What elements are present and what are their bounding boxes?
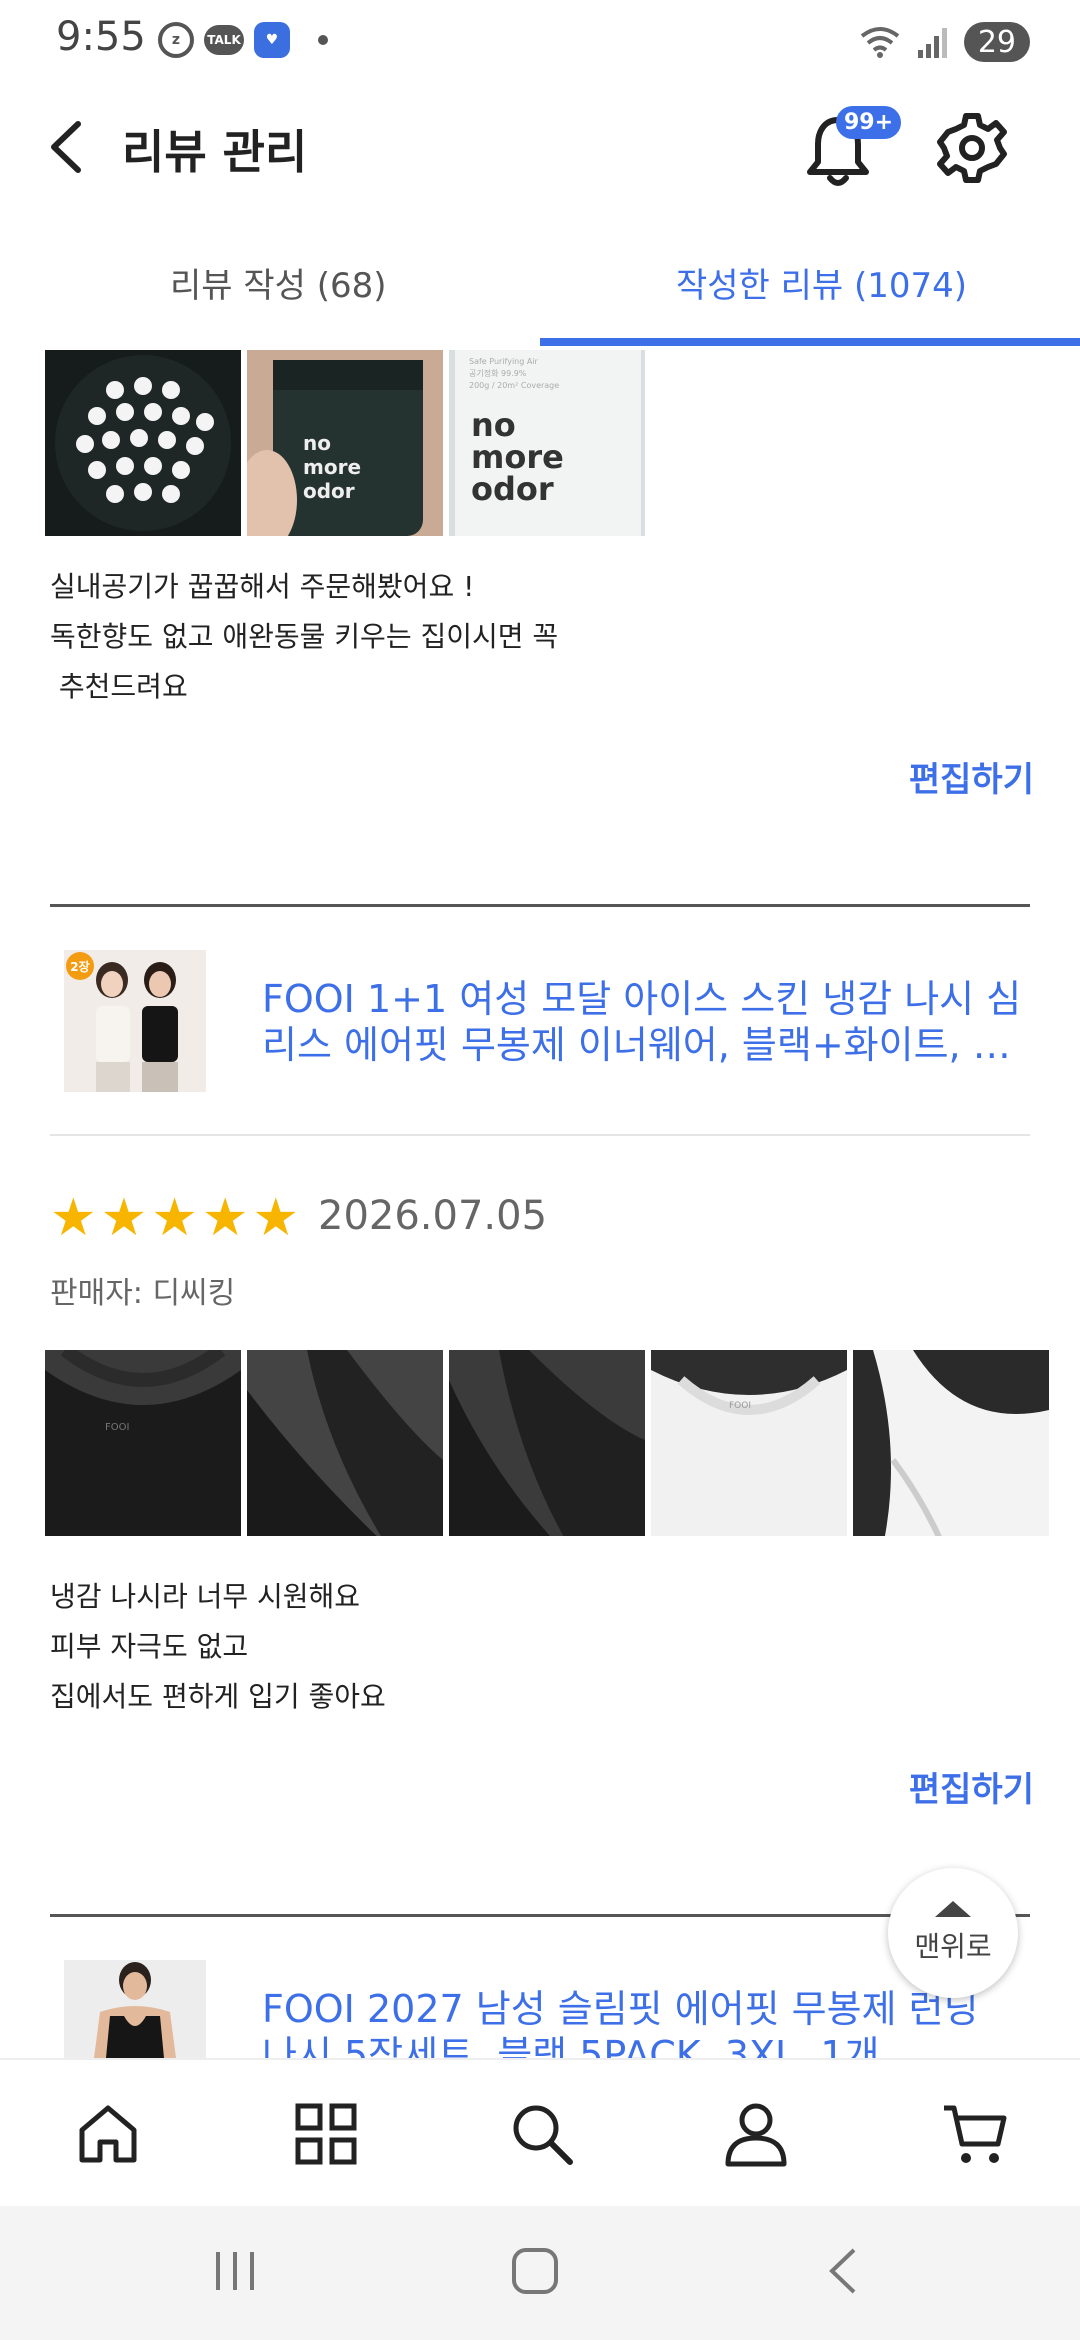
status-bar: 9:55 z TALK ♥ 29: [0, 0, 1080, 80]
alarm-icon: z: [158, 22, 194, 58]
talk-icon: TALK: [204, 25, 244, 55]
review-line: 실내공기가 꿉꿉해서 주문해봤어요 !: [50, 570, 475, 603]
profile-icon[interactable]: [722, 2100, 790, 2168]
product-thumbnail[interactable]: 2장: [64, 950, 206, 1092]
review-line: 추천드려요: [50, 670, 188, 703]
product-title-link[interactable]: FOOI 2027 남성 슬림핏 에어핏 무봉제 런닝 나시 5장세트, 블랙 …: [262, 1986, 1022, 2058]
review-divider: [50, 904, 1030, 907]
rating-stars: ★ ★ ★ ★ ★: [50, 1192, 299, 1244]
chevron-up-icon: [935, 1901, 971, 1917]
more-notifications-dot: [318, 35, 328, 45]
review-line: 집에서도 편하게 입기 좋아요: [50, 1680, 386, 1713]
cart-icon[interactable]: [940, 2100, 1008, 2168]
seller-name: 판매자: 디씨킹: [50, 1276, 236, 1311]
review-photo[interactable]: FOOI: [45, 1350, 241, 1536]
review-line: 피부 자극도 없고: [50, 1630, 249, 1663]
review-tabs: 리뷰 작성 (68) 작성한 리뷰 (1074): [0, 240, 1080, 350]
signal-icon: [917, 28, 947, 58]
health-app-icon: ♥: [254, 22, 290, 58]
section-divider: [50, 1134, 1030, 1136]
svg-text:Safe Purifying Air: Safe Purifying Air: [469, 357, 539, 366]
review-line: 냉감 나시라 너무 시원해요: [50, 1580, 361, 1613]
svg-text:odor: odor: [303, 479, 355, 503]
scroll-to-top-label: 맨위로: [914, 1930, 992, 1963]
thumb-badge: 2장: [70, 960, 89, 974]
svg-text:공기정화 99.9%: 공기정화 99.9%: [469, 368, 527, 378]
scroll-to-top-button[interactable]: 맨위로: [888, 1868, 1018, 1998]
home-button-icon[interactable]: [510, 2246, 560, 2296]
search-icon[interactable]: [508, 2100, 576, 2168]
svg-text:FOOI: FOOI: [105, 1422, 129, 1433]
review-body: 실내공기가 꿉꿉해서 주문해봤어요 ! 독한향도 없고 애완동물 키우는 집이시…: [50, 562, 558, 712]
active-tab-indicator: [540, 338, 1080, 346]
review-date: 2026.07.05: [318, 1193, 548, 1239]
product-title-link[interactable]: FOOI 1+1 여성 모달 아이스 스킨 냉감 나시 심리스 에어핏 무봉제 …: [262, 976, 1022, 1068]
svg-text:FOOI: FOOI: [729, 1401, 751, 1411]
page-title: 리뷰 관리: [122, 125, 308, 179]
review-photo[interactable]: no more odor: [247, 350, 443, 536]
review-photo[interactable]: FOOI: [651, 1350, 847, 1536]
edit-review-button[interactable]: 편집하기: [909, 1762, 1034, 1811]
edit-review-button[interactable]: 편집하기: [909, 752, 1034, 801]
star-icon: ★: [252, 1188, 300, 1248]
wifi-icon: [860, 27, 900, 58]
home-icon[interactable]: [74, 2100, 142, 2168]
review-photo[interactable]: Safe Purifying Air 공기정화 99.9% 200g / 20m² …: [449, 350, 645, 536]
svg-text:200g / 20m² Coverage: 200g / 20m² Coverage: [469, 381, 559, 390]
review-photo[interactable]: [853, 1350, 1049, 1536]
product-thumbnail[interactable]: [64, 1960, 206, 2058]
notification-badge: 99+: [836, 106, 902, 139]
back-arrow-icon[interactable]: [40, 112, 100, 182]
review-divider: [50, 1914, 1030, 1917]
svg-text:odor: odor: [471, 470, 554, 508]
star-icon: ★: [151, 1188, 198, 1248]
tab-written-reviews[interactable]: 작성한 리뷰 (1074): [676, 258, 967, 307]
gear-icon[interactable]: [936, 112, 1008, 184]
battery-level: 29: [977, 24, 1016, 60]
tab-write-review[interactable]: 리뷰 작성 (68): [170, 258, 387, 307]
star-icon: ★: [100, 1188, 148, 1248]
review-photos: FOOI FOOI: [45, 1350, 1049, 1536]
system-navigation-bar: [0, 2206, 1080, 2340]
review-photo[interactable]: [449, 1350, 645, 1536]
system-back-icon[interactable]: [820, 2246, 870, 2296]
svg-text:no: no: [303, 431, 331, 455]
battery-indicator: 29: [963, 22, 1030, 62]
review-photos: no more odor Safe Purifying Air 공기정화 99.9% 2…: [45, 350, 645, 536]
app-bar: 리뷰 관리 99+: [0, 80, 1080, 210]
svg-text:more: more: [303, 455, 361, 479]
recent-apps-icon[interactable]: [210, 2246, 260, 2296]
star-icon: ★: [201, 1188, 249, 1248]
status-notification-icons: z TALK ♥: [158, 22, 328, 58]
status-time: 9:55: [56, 14, 146, 60]
review-body: 냉감 나시라 너무 시원해요 피부 자극도 없고 집에서도 편하게 입기 좋아요: [50, 1572, 386, 1722]
review-line: 독한향도 없고 애완동물 키우는 집이시면 꼭: [50, 620, 559, 653]
category-icon[interactable]: [292, 2100, 360, 2168]
review-photo[interactable]: [45, 350, 241, 536]
star-icon: ★: [50, 1188, 97, 1248]
status-system-icons: 29: [858, 22, 1030, 62]
review-photo[interactable]: [247, 1350, 443, 1536]
bottom-navigation: [0, 2058, 1080, 2208]
